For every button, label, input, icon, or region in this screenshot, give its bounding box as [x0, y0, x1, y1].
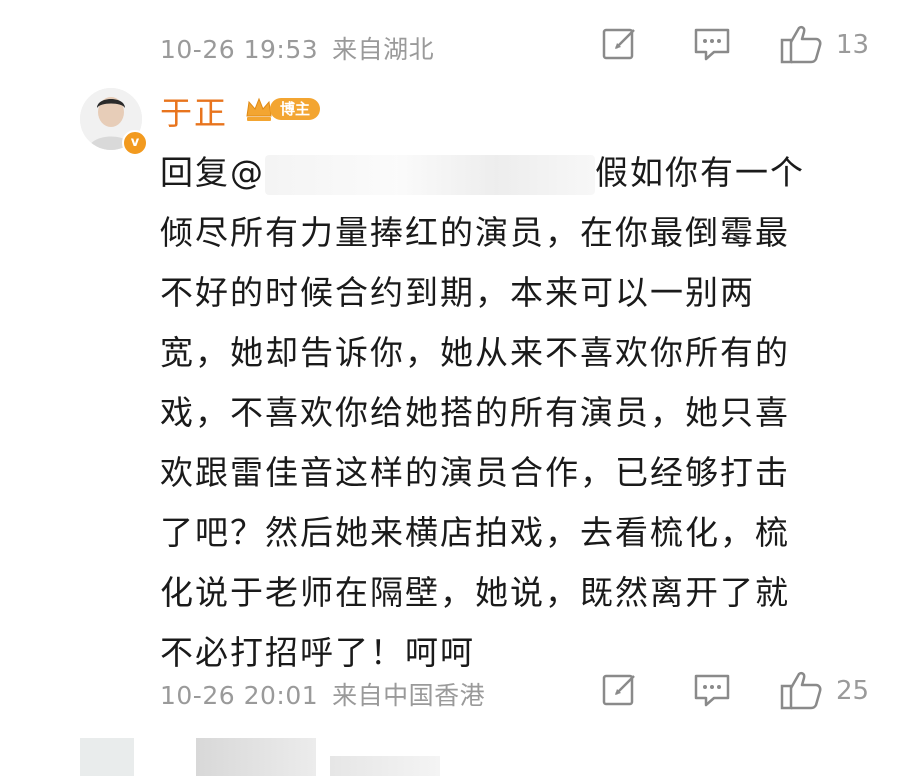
comment-like-count: 25 [836, 676, 870, 706]
avatar[interactable]: v [80, 88, 148, 156]
previous-comment-timestamp: 10-26 19:53 [160, 35, 319, 64]
comment-line: 宽，她却告诉你，她从来不喜欢你所有的 [160, 333, 790, 372]
comment-line: 回复@ 假如你有一个 [160, 148, 880, 208]
comment-timestamp: 10-26 20:01 [160, 681, 319, 710]
comment-like-button[interactable] [778, 668, 826, 712]
next-comment-text-blurred [330, 756, 440, 776]
comment-line: 倾尽所有力量捧红的演员，在你最倒霉最 [160, 213, 790, 252]
host-badge-label: 博主 [270, 98, 320, 120]
blurred-mention[interactable] [265, 154, 595, 195]
comment-line: 欢跟雷佳音这样的演员合作，已经够打击 [160, 453, 790, 492]
host-badge: 博主 [244, 94, 320, 124]
verified-badge: v [122, 130, 148, 156]
previous-comment-like-button[interactable] [778, 22, 826, 66]
previous-comment-edit-button[interactable] [598, 22, 646, 66]
comment-line: 化说于老师在隔壁，她说，既然离开了就 [160, 573, 790, 612]
comment-line: 戏，不喜欢你给她搭的所有演员，她只喜 [160, 393, 790, 432]
next-comment-avatar-blurred [80, 738, 134, 776]
next-comment-name-blurred [196, 738, 316, 776]
comment-line: 了吧？然后她来横店拍戏，去看梳化，梳 [160, 513, 790, 552]
thumbs-up-icon [778, 668, 826, 712]
comment-footer: 10-26 20:01 来自中国香港 25 [0, 668, 902, 718]
edit-icon [598, 668, 646, 712]
previous-comment-meta: 10-26 19:53 来自湖北 [160, 30, 434, 66]
comment-text: 回复@ 假如你有一个 倾尽所有力量捧红的演员，在你最倒霉最 不好的时候合约到期，本… [160, 148, 880, 688]
reply-prefix: 回复@ [160, 153, 265, 192]
comment-meta: 10-26 20:01 来自中国香港 [160, 676, 485, 712]
comment-icon [690, 22, 738, 66]
username[interactable]: 于正 [160, 88, 228, 134]
comment-edit-button[interactable] [598, 668, 646, 712]
comment-reply-button[interactable] [690, 668, 738, 712]
previous-comment-reply-button[interactable] [690, 22, 738, 66]
previous-comment-like-count: 13 [836, 30, 870, 60]
previous-comment-footer: 10-26 19:53 来自湖北 13 [0, 22, 902, 72]
comment-location: 来自中国香港 [332, 681, 486, 710]
previous-comment-location: 来自湖北 [332, 35, 435, 64]
thumbs-up-icon [778, 22, 826, 66]
comment-line: 不好的时候合约到期，本来可以一别两 [160, 273, 755, 312]
edit-icon [598, 22, 646, 66]
comment-icon [690, 668, 738, 712]
comment-line-text: 假如你有一个 [595, 153, 805, 192]
